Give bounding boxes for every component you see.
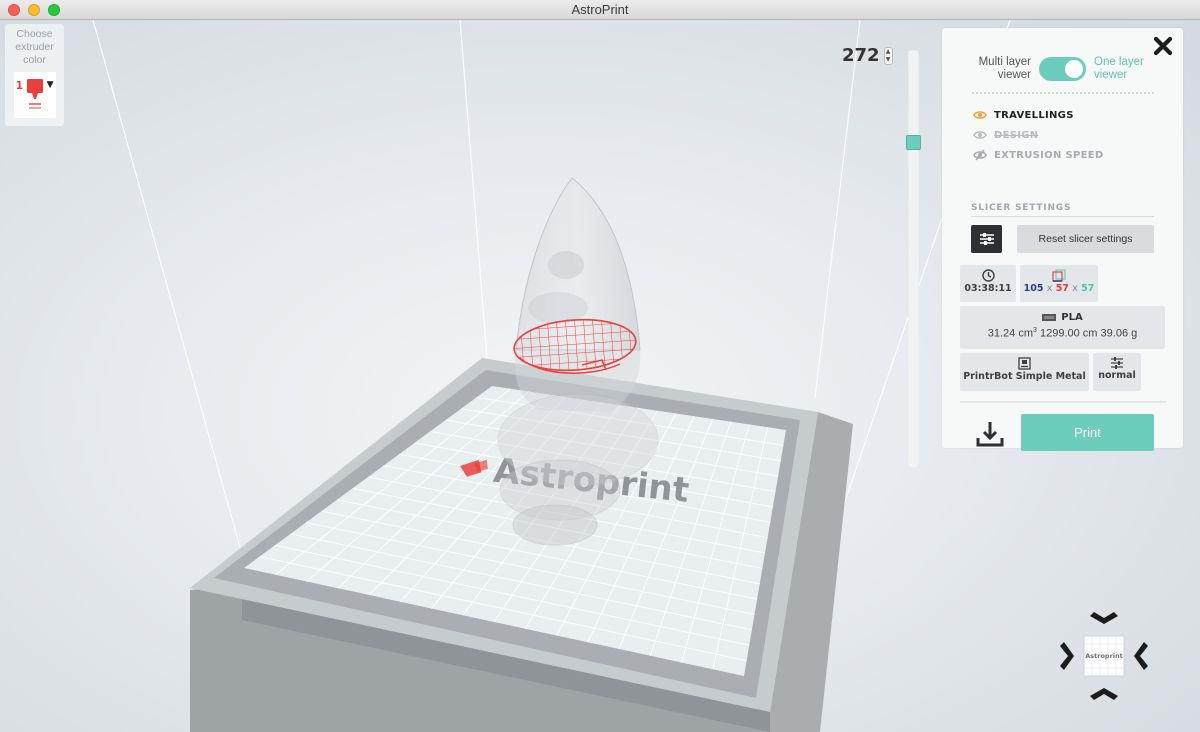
viewer-mode-row: Multi layer viewer One layer viewer	[942, 56, 1183, 82]
layer-number: 272	[842, 45, 880, 66]
mini-logo: Astroprint	[1085, 652, 1123, 660]
chevron-left-icon[interactable]	[1134, 642, 1148, 670]
one-layer-label: One layer viewer	[1094, 56, 1144, 81]
chevron-down-icon: ▼	[46, 80, 54, 90]
3d-viewport[interactable]: Astroprint Choose extruder color 1 ▼ 272…	[0, 20, 1200, 732]
viewer-settings-panel: Multi layer viewer One layer viewer TRAVEL…	[942, 28, 1183, 451]
printer-icon	[1018, 357, 1031, 370]
minimize-window-button[interactable]	[28, 4, 40, 16]
layer-stepper[interactable]: ▲ ▼	[883, 46, 893, 65]
extruder-label-line2: extruder	[15, 41, 54, 53]
slicer-settings-button[interactable]	[971, 225, 1002, 253]
divider	[960, 401, 1166, 403]
visibility-item-design[interactable]: DESIGN	[973, 125, 1103, 145]
extruder-label-line3: color	[23, 54, 46, 66]
viewer-mode-toggle[interactable]	[1039, 57, 1086, 81]
close-window-button[interactable]	[8, 4, 20, 16]
divider	[972, 92, 1154, 94]
view-navigator: Astroprint	[1060, 612, 1148, 700]
print-time-box: 03:38:11	[960, 265, 1016, 302]
print-button[interactable]: Print	[1021, 414, 1154, 451]
reset-slicer-settings-button[interactable]: Reset slicer settings	[1017, 225, 1154, 253]
visibility-list: TRAVELLINGS DESIGN EXTRUSION SPEED	[973, 105, 1103, 165]
layer-counter: 272 ▲ ▼	[842, 45, 893, 66]
printer-selector[interactable]: PrintrBot Simple Metal	[960, 353, 1089, 391]
extruder-icon	[26, 79, 43, 109]
extruder-number: 1	[15, 79, 24, 92]
visibility-item-extrusion-speed[interactable]: EXTRUSION SPEED	[973, 145, 1103, 165]
multi-layer-label: Multi layer viewer	[978, 56, 1031, 81]
clock-icon	[981, 269, 995, 282]
layer-slider-thumb[interactable]	[906, 135, 921, 150]
eye-icon	[973, 131, 987, 139]
extruder-chooser: Choose extruder color 1 ▼	[5, 24, 64, 126]
extruder-label-line1: Choose	[16, 28, 53, 40]
quality-selector[interactable]: normal	[1093, 353, 1141, 391]
maximize-window-button[interactable]	[48, 4, 60, 16]
dimensions-box: 105 x 57 x 57	[1020, 265, 1098, 302]
material-box: PLA 31.24 cm3 1299.00 cm 39.06 g	[960, 306, 1165, 349]
sliders-icon	[979, 233, 994, 245]
download-icon[interactable]	[975, 419, 1005, 449]
printer-name: PrintrBot Simple Metal	[963, 371, 1086, 382]
divider	[971, 216, 1154, 217]
close-icon[interactable]	[1152, 35, 1174, 57]
dimensions: 105 x 57 x 57	[1023, 283, 1095, 294]
chevron-down-icon[interactable]	[1090, 612, 1118, 624]
window-title: AstroPrint	[571, 2, 629, 17]
toggle-knob	[1065, 60, 1083, 78]
chevron-up-icon[interactable]	[1090, 688, 1118, 700]
eye-slash-icon	[973, 149, 987, 161]
slicer-settings-title: SLICER SETTINGS	[971, 203, 1072, 213]
window-controls	[8, 4, 60, 16]
visibility-item-travellings[interactable]: TRAVELLINGS	[973, 105, 1103, 125]
print-time: 03:38:11	[964, 283, 1012, 294]
layer-slider[interactable]	[906, 50, 921, 468]
chevron-right-icon[interactable]	[1060, 642, 1074, 670]
sliders-icon	[1111, 357, 1123, 369]
cube-icon	[1052, 269, 1066, 282]
filament-icon	[1042, 314, 1057, 321]
material-name: PLA	[1061, 312, 1083, 323]
title-bar: AstroPrint	[0, 0, 1200, 20]
extruder-select-button[interactable]: 1 ▼	[13, 72, 56, 118]
eye-icon	[973, 111, 987, 119]
material-stats: 31.24 cm3 1299.00 cm 39.06 g	[987, 327, 1138, 340]
quality-name: normal	[1098, 370, 1136, 381]
